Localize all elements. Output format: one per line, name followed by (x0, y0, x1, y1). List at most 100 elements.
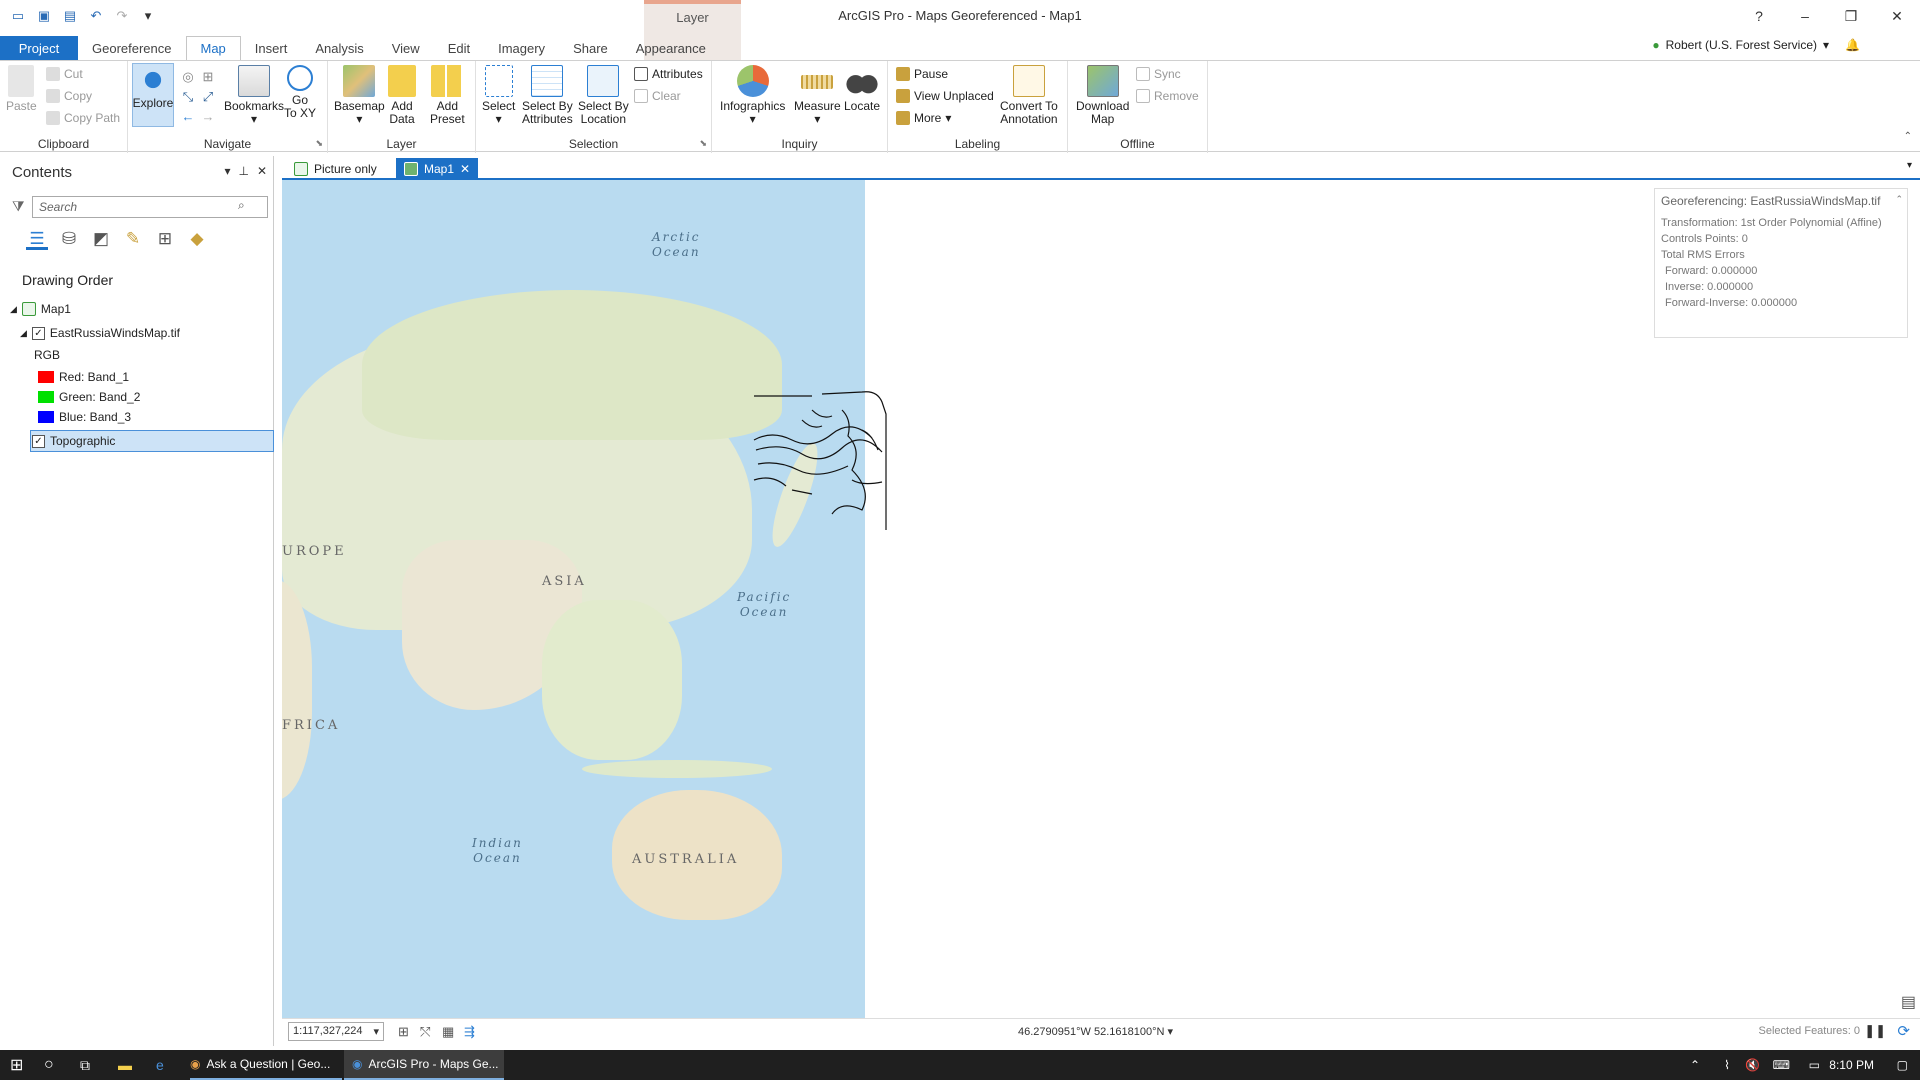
notification-bell-icon[interactable]: 🔔 (1845, 38, 1860, 52)
close-tab-icon[interactable]: ✕ (460, 162, 470, 176)
topographic-visibility-checkbox[interactable]: ✓ (32, 434, 45, 448)
download-map-button[interactable]: Download Map (1076, 65, 1129, 126)
bookmarks-button[interactable]: Bookmarks ▾ (224, 65, 284, 126)
start-icon[interactable]: ⊞ (10, 1050, 23, 1080)
list-by-drawing-order-icon[interactable]: ☰ (26, 228, 48, 250)
undo-icon[interactable]: ↶ (88, 8, 104, 24)
clock[interactable]: 8:10 PM (1829, 1050, 1874, 1080)
cortana-icon[interactable]: ○ (44, 1050, 54, 1080)
user-account[interactable]: ● Robert (U.S. Forest Service) ▾ 🔔 (1652, 38, 1860, 52)
scale-dropdown[interactable]: 1:117,327,224 ▾ (288, 1022, 384, 1041)
tab-analysis[interactable]: Analysis (301, 36, 377, 60)
map-view[interactable]: Arctic Ocean Pacific Ocean Indian Ocean … (282, 180, 1920, 1018)
cut-button[interactable]: Cut (46, 67, 83, 81)
red-swatch[interactable] (38, 371, 54, 383)
collapse-arrow-icon[interactable]: ◢ (10, 304, 17, 315)
layer-tree-item[interactable]: ◢ ✓ EastRussiaWindsMap.tif (20, 326, 180, 340)
display-icon[interactable]: ▭ (1809, 1050, 1820, 1080)
copy-path-button[interactable]: Copy Path (46, 111, 120, 125)
taskbar-arcgis-app[interactable]: ◉ ArcGIS Pro - Maps Ge... (344, 1050, 504, 1080)
fixed-zoom-in-icon[interactable]: ⤡ (180, 89, 196, 105)
dialog-launcher-icon[interactable]: ⬊ (315, 138, 323, 149)
internet-explorer-icon[interactable]: e (156, 1050, 164, 1080)
task-view-icon[interactable]: ⧉ (80, 1050, 90, 1080)
collapse-panel-icon[interactable]: ⌃ (1895, 191, 1903, 207)
sync-button[interactable]: Sync (1136, 67, 1181, 81)
list-by-snapping-icon[interactable]: ⊞ (154, 228, 176, 250)
attributes-button[interactable]: Attributes (634, 67, 703, 81)
green-swatch[interactable] (38, 391, 54, 403)
taskbar-chrome-app[interactable]: ◉ Ask a Question | Geo... (190, 1050, 342, 1080)
restore-button[interactable]: ❐ (1828, 0, 1874, 32)
dialog-launcher-icon[interactable]: ⬊ (699, 138, 707, 149)
tab-edit[interactable]: Edit (434, 36, 484, 60)
help-button[interactable]: ? (1736, 0, 1782, 32)
add-preset-button[interactable]: Add Preset (430, 65, 465, 126)
select-button[interactable]: Select ▾ (482, 65, 515, 126)
grid-icon[interactable]: ▦ (442, 1024, 454, 1040)
options-dropdown-icon[interactable]: ▾ (224, 164, 230, 178)
locate-button[interactable]: Locate (844, 65, 880, 113)
pause-drawing-icon[interactable]: ❚❚ (1864, 1023, 1886, 1039)
show-hidden-icons-icon[interactable]: ⌃ (1690, 1050, 1700, 1080)
layer-visibility-checkbox[interactable]: ✓ (31, 326, 45, 340)
measure-button[interactable]: Measure ▾ (794, 65, 841, 126)
tab-appearance[interactable]: Appearance (622, 36, 720, 60)
copy-button[interactable]: Copy (46, 89, 92, 103)
add-data-button[interactable]: Add Data (388, 65, 416, 126)
select-by-location-button[interactable]: Select By Location (578, 65, 629, 126)
redo-icon[interactable]: ↷ (114, 8, 130, 24)
tab-insert[interactable]: Insert (241, 36, 302, 60)
more-labeling-button[interactable]: More ▾ (896, 111, 951, 125)
close-button[interactable]: ✕ (1874, 0, 1920, 32)
tab-map1[interactable]: Map1 ✕ (396, 158, 479, 179)
save-icon[interactable]: ▤ (62, 8, 78, 24)
collapse-arrow-icon[interactable]: ◢ (20, 328, 27, 339)
select-by-attributes-button[interactable]: Select By Attributes (522, 65, 573, 126)
tab-imagery[interactable]: Imagery (484, 36, 559, 60)
tab-list-dropdown-icon[interactable]: ▾ (1907, 160, 1912, 171)
navigator-icon[interactable]: ⤲ (420, 1024, 430, 1040)
pin-icon[interactable]: ⊥ (238, 164, 248, 178)
collapse-ribbon-icon[interactable]: ⌃ (1904, 131, 1912, 142)
infographics-button[interactable]: Infographics ▾ (720, 65, 785, 126)
view-unplaced-button[interactable]: View Unplaced (896, 89, 994, 103)
map-tree-item[interactable]: ◢ Map1 (10, 302, 71, 316)
blue-swatch[interactable] (38, 411, 54, 423)
list-by-editing-icon[interactable]: ✎ (122, 228, 144, 250)
close-pane-icon[interactable]: ✕ (257, 164, 267, 178)
tab-picture-only[interactable]: Picture only (286, 158, 385, 179)
tab-map[interactable]: Map (185, 36, 241, 60)
pause-labeling-button[interactable]: Pause (896, 67, 948, 81)
tab-share[interactable]: Share (559, 36, 622, 60)
fixed-scale-icon[interactable]: ⊞ (398, 1024, 409, 1040)
tab-view[interactable]: View (378, 36, 434, 60)
table-of-contents-icon[interactable]: ▤ (1901, 992, 1916, 1012)
network-icon[interactable]: ⌇ (1724, 1050, 1730, 1080)
search-icon[interactable]: ⌕ (238, 198, 245, 213)
full-extent-icon[interactable]: ◎ (180, 69, 196, 85)
selected-features-count[interactable]: Selected Features: 0 (1758, 1025, 1860, 1037)
explore-button[interactable]: Explore (132, 63, 174, 127)
clear-button[interactable]: Clear (634, 89, 681, 103)
filter-icon[interactable]: ⧩ (12, 198, 25, 215)
list-by-labeling-icon[interactable]: ◆ (186, 228, 208, 250)
refresh-icon[interactable]: ⟳ (1897, 1022, 1910, 1040)
new-project-icon[interactable]: ▭ (10, 8, 26, 24)
customize-toolbar-icon[interactable]: ▾ (140, 8, 156, 24)
remove-button[interactable]: Remove (1136, 89, 1199, 103)
fixed-zoom-out-icon[interactable]: ⤢ (200, 89, 216, 105)
list-by-selection-icon[interactable]: ◩ (90, 228, 112, 250)
list-by-data-source-icon[interactable]: ⛁ (58, 228, 80, 250)
previous-extent-icon[interactable]: ⊞ (200, 69, 216, 85)
back-arrow-icon[interactable]: ← (180, 109, 196, 125)
tab-project[interactable]: Project (0, 36, 78, 60)
snapping-icon[interactable]: ⇶ (464, 1024, 475, 1040)
forward-arrow-icon[interactable]: → (200, 109, 216, 125)
minimize-button[interactable]: – (1782, 0, 1828, 32)
open-folder-icon[interactable]: ▣ (36, 8, 52, 24)
notifications-icon[interactable]: ▢ (1897, 1050, 1908, 1080)
paste-button[interactable]: Paste (6, 65, 37, 113)
chevron-down-icon[interactable]: ▾ (1167, 1026, 1173, 1038)
go-to-xy-button[interactable]: Go To XY (284, 65, 316, 120)
